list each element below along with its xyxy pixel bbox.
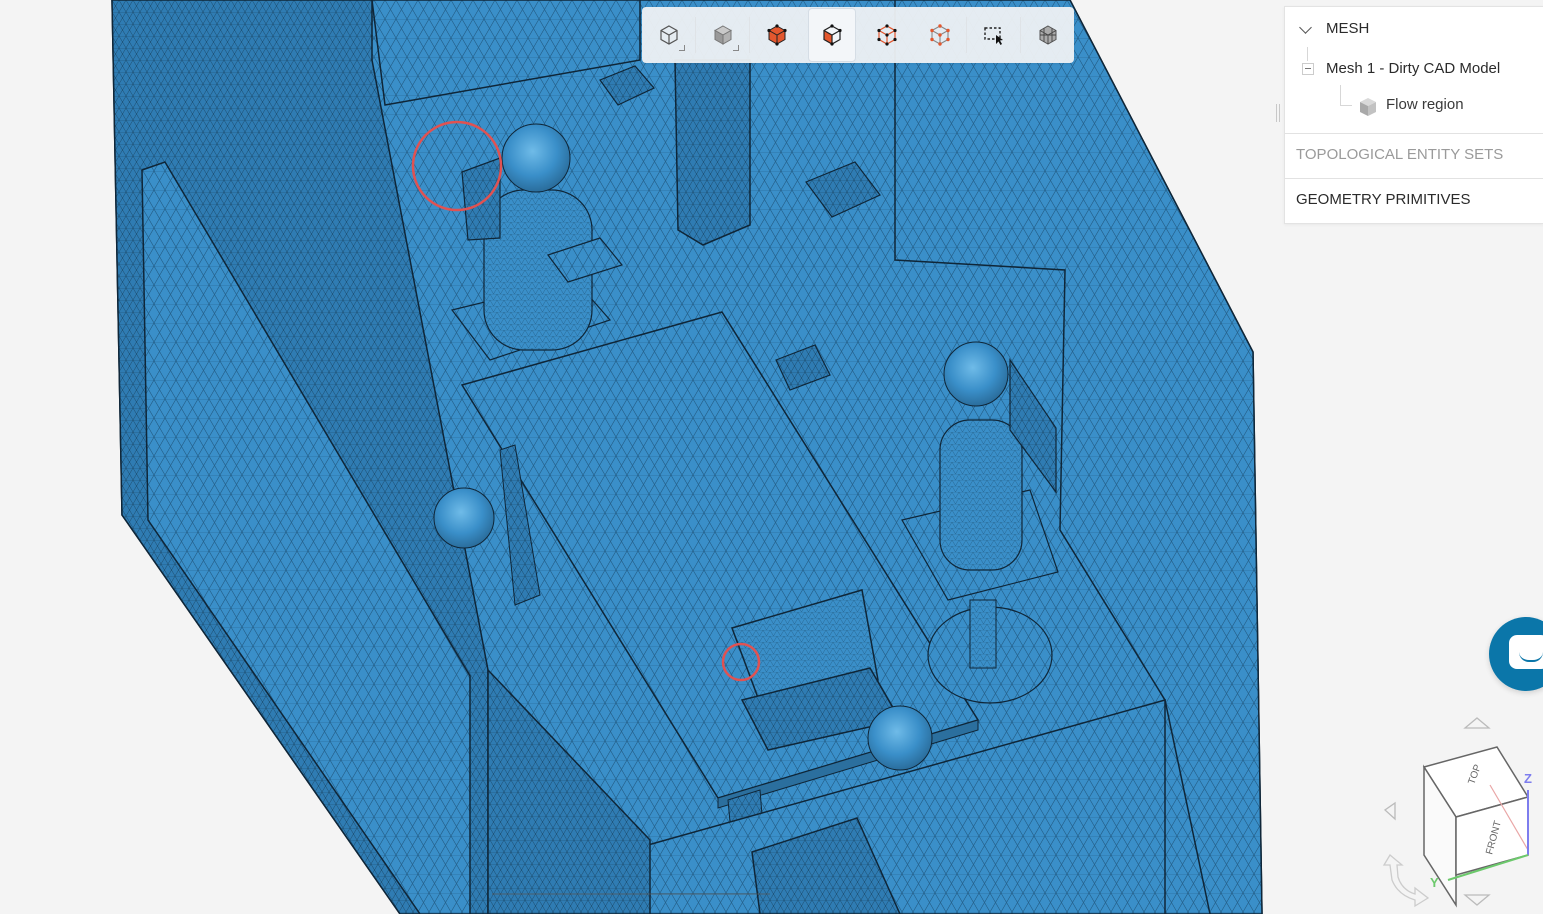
- solid-cube-icon: [713, 25, 732, 45]
- select-vertices-button[interactable]: [918, 13, 962, 57]
- mesh-tree-panel: MESH Mesh 1 - Dirty CAD Model Flow regio…: [1284, 6, 1543, 224]
- topological-entity-sets-section[interactable]: TOPOLOGICAL ENTITY SETS: [1296, 146, 1503, 163]
- solid-view-button[interactable]: [701, 13, 745, 57]
- volume-select-icon: [766, 24, 787, 46]
- show-hidden-button[interactable]: [1026, 13, 1070, 57]
- rotate-left-arrow[interactable]: [1383, 801, 1396, 821]
- view-toolbar: [642, 7, 1074, 63]
- toolbar-divider: [695, 17, 696, 53]
- toolbar-divider: [749, 17, 750, 53]
- wireframe-view-button[interactable]: [647, 13, 691, 57]
- view-orientation-cube[interactable]: TOP FRONT Z Y: [1370, 705, 1543, 914]
- select-faces-button[interactable]: [807, 8, 856, 62]
- divider: [1285, 133, 1543, 134]
- toolbar-divider: [1020, 17, 1021, 53]
- geometry-primitives-section[interactable]: GEOMETRY PRIMITIVES: [1296, 191, 1470, 208]
- mesh-cube-icon: [1039, 25, 1056, 45]
- face-select-icon: [822, 24, 842, 46]
- vertex-select-icon: [929, 24, 950, 46]
- edge-select-icon: [876, 24, 897, 46]
- select-volumes-button[interactable]: [755, 13, 799, 57]
- collapse-icon[interactable]: [1302, 63, 1314, 75]
- wireframe-cube-icon: [659, 25, 678, 45]
- volume-cube-icon: [1360, 98, 1376, 116]
- rotate-around-icon[interactable]: [1382, 854, 1430, 908]
- rotate-down-arrow[interactable]: [1463, 894, 1491, 906]
- tree-connector: [1340, 85, 1341, 105]
- mesh-section-title[interactable]: MESH: [1326, 20, 1369, 37]
- box-select-button[interactable]: [972, 13, 1016, 57]
- dropdown-corner-icon: [678, 45, 685, 51]
- y-axis-label: Y: [1430, 875, 1439, 890]
- panel-resize-handle[interactable]: [1276, 104, 1282, 122]
- tree-connector: [1340, 105, 1352, 106]
- chevron-down-icon[interactable]: [1299, 21, 1312, 34]
- select-edges-button[interactable]: [865, 13, 909, 57]
- tree-item-flow-region[interactable]: Flow region: [1386, 96, 1464, 113]
- tree-item-mesh[interactable]: Mesh 1 - Dirty CAD Model: [1326, 60, 1500, 77]
- z-axis-label: Z: [1524, 771, 1532, 786]
- mesh-geometry: [111, 0, 1263, 914]
- rotate-up-arrow[interactable]: [1463, 717, 1491, 729]
- dropdown-corner-icon: [732, 45, 739, 51]
- divider: [1285, 178, 1543, 179]
- toolbar-divider: [966, 17, 967, 53]
- box-select-icon: [983, 27, 1003, 45]
- tree-connector: [1307, 47, 1308, 61]
